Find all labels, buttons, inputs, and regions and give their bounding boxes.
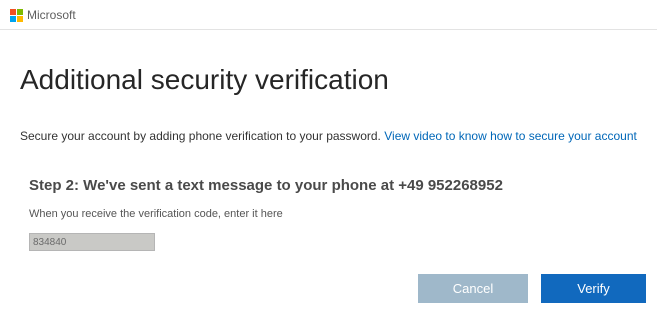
- intro-description: Secure your account by adding phone veri…: [20, 129, 381, 143]
- brand-name: Microsoft: [27, 8, 76, 22]
- microsoft-logo-icon: [10, 9, 23, 22]
- logo-red-square: [10, 9, 16, 15]
- step-heading: Step 2: We've sent a text message to you…: [29, 177, 503, 194]
- logo-green-square: [17, 9, 23, 15]
- code-field-label: When you receive the verification code, …: [29, 208, 283, 220]
- logo-yellow-square: [17, 16, 23, 22]
- page-title: Additional security verification: [20, 64, 389, 95]
- cancel-button[interactable]: Cancel: [418, 274, 528, 303]
- intro-text: Secure your account by adding phone veri…: [20, 129, 637, 143]
- video-link[interactable]: View video to know how to secure your ac…: [384, 129, 637, 143]
- verify-button[interactable]: Verify: [541, 274, 646, 303]
- header-bar: Microsoft: [0, 0, 657, 30]
- page: Microsoft Additional security verificati…: [0, 0, 657, 314]
- logo-blue-square: [10, 16, 16, 22]
- verification-code-input[interactable]: [29, 233, 155, 251]
